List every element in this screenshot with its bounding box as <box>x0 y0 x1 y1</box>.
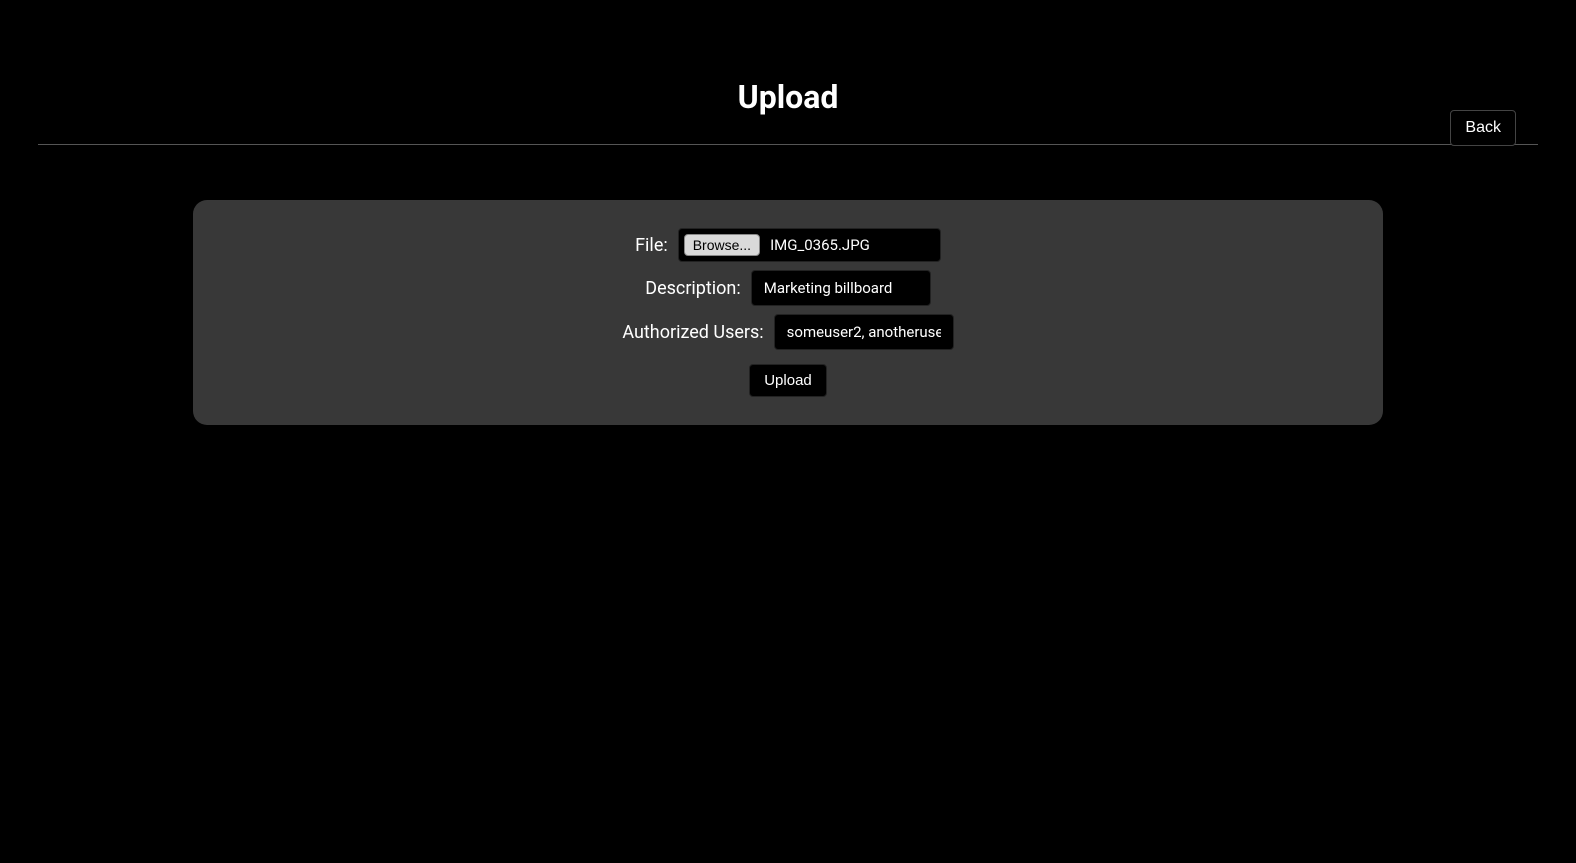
back-button[interactable]: Back <box>1450 110 1516 146</box>
file-row: File: Browse... IMG_0365.JPG <box>193 228 1383 262</box>
description-row: Description: <box>193 270 1383 306</box>
upload-button[interactable]: Upload <box>749 364 827 397</box>
selected-file-name: IMG_0365.JPG <box>770 236 930 254</box>
description-label: Description: <box>645 278 740 299</box>
submit-row: Upload <box>193 358 1383 397</box>
main-container: Upload File: Browse... IMG_0365.JPG Desc… <box>0 78 1576 425</box>
upload-form-card: File: Browse... IMG_0365.JPG Description… <box>193 200 1383 425</box>
page-title: Upload <box>38 78 1538 116</box>
divider <box>38 144 1538 145</box>
browse-button[interactable]: Browse... <box>684 234 760 256</box>
authorized-users-row: Authorized Users: <box>193 314 1383 350</box>
file-input[interactable]: Browse... IMG_0365.JPG <box>678 228 941 262</box>
description-input[interactable] <box>751 270 931 306</box>
file-label: File: <box>635 235 668 256</box>
authorized-users-label: Authorized Users: <box>622 322 763 343</box>
authorized-users-input[interactable] <box>774 314 954 350</box>
